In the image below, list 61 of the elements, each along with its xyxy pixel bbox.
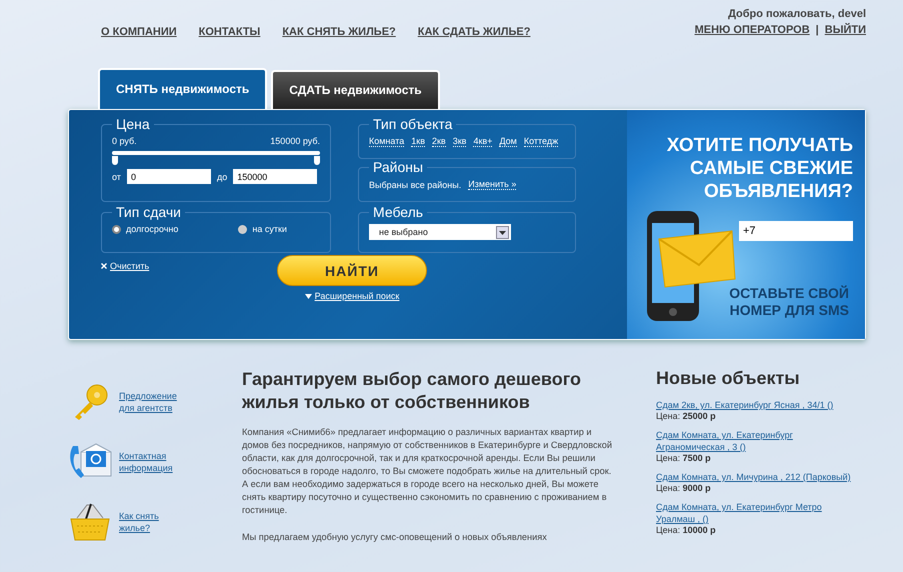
listing-link[interactable]: Сдам Комната, ул. Екатеринбург Аграномическая , 3 () — [656, 429, 856, 453]
listing-price: Цена: 10000 р — [656, 525, 717, 535]
change-districts-link[interactable]: Изменить » — [468, 179, 516, 190]
listing-price: Цена: 7500 р — [656, 453, 712, 463]
operators-menu-link[interactable]: МЕНЮ ОПЕРАТОРОВ — [694, 24, 810, 36]
sidebar-link[interactable]: Предложение для агентств — [119, 390, 177, 414]
separator: | — [816, 24, 819, 36]
listing-price: Цена: 25000 р — [656, 411, 717, 421]
banner-caption: ОСТАВЬТЕ СВОЙ НОМЕР ДЛЯ SMS — [729, 285, 849, 319]
banner-title: ХОТИТЕ ПОЛУЧАТЬ САМЫЕ СВЕЖИЕ ОБЪЯВЛЕНИЯ? — [666, 134, 853, 203]
slider-thumb[interactable] — [314, 156, 320, 165]
tab[interactable]: СДАТЬ недвижимость — [271, 70, 440, 109]
listing-link[interactable]: Сдам Комната, ул. Мичурина , 212 (Парковый) — [656, 471, 856, 483]
close-icon — [101, 263, 107, 269]
min-price-label: 0 руб. — [112, 136, 137, 146]
object-type-link[interactable]: 1кв — [411, 136, 425, 147]
listing-link[interactable]: Сдам 2кв, ул. Екатеринбург Ясная , 34/1 () — [656, 399, 856, 411]
object-type-link[interactable]: Комната — [369, 136, 404, 147]
nav-link[interactable]: КАК СНЯТЬ ЖИЛЬЕ? — [282, 26, 396, 38]
caret-icon — [496, 226, 509, 238]
object-type-link[interactable]: 3кв — [452, 136, 466, 147]
furniture-dropdown[interactable]: не выбрано — [369, 224, 511, 240]
sidebar-link[interactable]: Контактная информация — [119, 450, 173, 474]
listing-link[interactable]: Сдам Комната, ул. Екатеринбург Метро Уралмаш , () — [656, 501, 856, 525]
welcome-text: Добро пожаловать, devel — [727, 8, 866, 20]
nav-link[interactable]: КОНТАКТЫ — [198, 26, 260, 38]
logout-link[interactable]: ВЫЙТИ — [824, 24, 866, 36]
from-label: от — [112, 172, 121, 182]
paragraph: Мы предлагаем удобную услугу смс-оповещений о новых объявлениях — [242, 531, 548, 544]
max-price-label: 150000 руб. — [270, 136, 320, 146]
main-heading: Гарантируем выбор самого дешевого жилья только от собственников — [242, 368, 582, 414]
group-title: Тип сдачи — [115, 204, 182, 220]
nav-link[interactable]: КАК СДАТЬ ЖИЛЬЕ? — [418, 26, 530, 38]
new-objects-heading: Новые объекты — [656, 368, 801, 389]
paragraph: Компания «Снимиб6» предлагает информацию о различных вариантах квартир и домов без посредников, напрямую от собственников в Екатеринбурге и Свердловской области, как для долгосрочной, так и для краткосрочной аренды. Если Вы решили обосноваться в городе надолго, то Вы сможете подобрать жилье на длительный срок. А если вам необходимо задержаться в городе всего на несколько дней, Вы можете снять квартиру посуточно и существенно сэкономить по сравнению с проживанием в гостинице. — [242, 426, 612, 517]
group-title: Районы — [372, 159, 424, 175]
phone-field[interactable]: +7 — [739, 221, 853, 241]
advanced-search-link[interactable]: Расширенный поиск — [314, 291, 400, 301]
price-to-field[interactable]: 150000 — [233, 169, 318, 184]
radio-label: долгосрочно — [126, 224, 178, 234]
tab[interactable]: СНЯТЬ недвижимость — [98, 68, 268, 109]
sidebar-link[interactable]: Как снять жилье? — [119, 510, 172, 534]
group-title: Тип объекта — [372, 116, 454, 132]
group-title: Цена — [115, 116, 151, 132]
slider-thumb[interactable] — [112, 156, 118, 165]
caret-icon — [304, 294, 312, 298]
object-type-link[interactable]: Коттедж — [524, 136, 558, 147]
listing-price: Цена: 9000 р — [656, 483, 712, 493]
object-type-link[interactable]: 2кв — [432, 136, 446, 147]
group-title: Мебель — [372, 204, 424, 220]
object-type-link[interactable]: 4кв+ — [473, 136, 492, 147]
clear-link[interactable]: Очистить — [110, 261, 150, 271]
radio-button[interactable] — [238, 224, 248, 234]
object-type-link[interactable]: Дом — [499, 136, 517, 147]
search-button[interactable]: НАЙТИ — [277, 255, 427, 286]
to-label: до — [216, 172, 228, 182]
radio-button[interactable] — [112, 224, 121, 234]
districts-text: Выбраны все районы. — [369, 180, 462, 190]
price-from-field[interactable]: 0 — [126, 169, 211, 184]
radio-label: на сутки — [252, 224, 287, 234]
nav-link[interactable]: О КОМПАНИИ — [101, 26, 177, 38]
